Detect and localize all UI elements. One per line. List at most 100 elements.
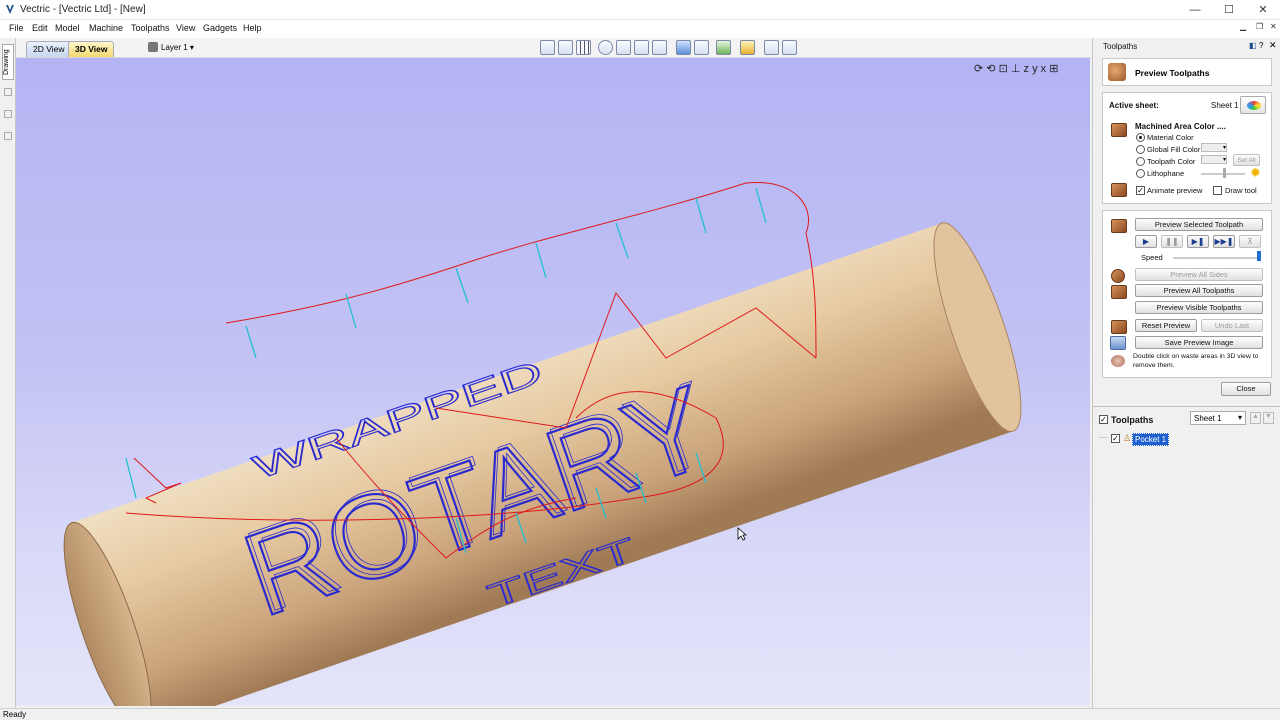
menu-model[interactable]: Model [55,23,80,33]
status-bar: Ready [0,708,1280,720]
pocket-tool-icon: ♙ [1123,433,1132,443]
drawing-tab[interactable]: Drawing [2,44,14,80]
active-sheet-value: Sheet 1 [1211,101,1239,110]
3d-viewport[interactable]: ⟳ ⟲ ⊡ ⊥ z y x ⊞ ROTARY ROTARY WRAPPED TE… [16,58,1090,706]
tab-3d-view[interactable]: 3D View [68,41,115,57]
layer-icon [148,42,158,52]
zoom-extents-icon[interactable] [558,40,573,55]
global-fill-color-radio[interactable] [1136,145,1145,154]
chevron-down-icon: ▾ [1237,413,1242,422]
menu-view[interactable]: View [176,23,195,33]
maximize-button[interactable]: ☐ [1212,0,1246,20]
preview-visible-toolpaths-button[interactable]: Preview Visible Toolpaths [1135,301,1263,314]
undo-last-button[interactable]: Undo Last [1201,319,1263,332]
stop-button[interactable]: ⊼ [1239,235,1261,248]
panel-title: Preview Toolpaths [1135,68,1210,78]
pocket-visible-checkbox[interactable]: ✓ [1111,434,1120,443]
material-color-label: Material Color [1147,133,1194,142]
preview-toolpaths-icon [1108,63,1126,81]
toolpath-color-label: Toolpath Color [1147,157,1196,166]
preview-settings-box: Active sheet: Sheet 1 Machined Area Colo… [1102,92,1272,204]
speed-slider[interactable] [1173,257,1259,259]
panel-close-icon[interactable]: ✕ [1269,40,1277,51]
global-fill-color-swatch[interactable]: ▾ [1201,143,1227,152]
move-up-icon[interactable]: ▲ [1250,412,1261,424]
draw-tool-checkbox[interactable] [1213,186,1222,195]
lithophane-slider-thumb[interactable] [1223,168,1226,178]
preview-selected-toolpath-button[interactable]: Preview Selected Toolpath [1135,218,1263,231]
mouse-cursor-icon [737,527,747,541]
preview-all-sides-button[interactable]: Preview All Sides [1135,268,1263,281]
title-bar: Vectric - [Vectric Ltd] - [New] — ☐ ✕ [0,0,1280,20]
strip-pin-icon[interactable] [4,88,12,96]
menu-file[interactable]: File [9,23,24,33]
close-window-button[interactable]: ✕ [1246,0,1280,20]
sheet-palette-icon[interactable] [1240,96,1266,114]
strip-pin-icon[interactable] [4,110,12,118]
play-button[interactable]: ▶ [1135,235,1157,248]
zoom-out-icon[interactable] [634,40,649,55]
minimize-button[interactable]: — [1178,0,1212,20]
mdi-close-icon[interactable]: ✕ [1270,22,1277,31]
material-icon[interactable] [740,40,755,55]
reset-preview-button[interactable]: Reset Preview [1135,319,1197,332]
speed-slider-thumb[interactable] [1257,251,1261,261]
render-icon[interactable] [716,40,731,55]
light-icon[interactable]: ✹ [1250,165,1261,181]
pan-icon[interactable] [598,40,613,55]
split-horizontal-icon[interactable] [764,40,779,55]
move-down-icon[interactable]: ▼ [1263,412,1274,424]
mdi-minimize-icon[interactable]: ▁ [1240,22,1246,31]
menu-gadgets[interactable]: Gadgets [203,23,237,33]
save-image-icon [1110,336,1126,350]
strip-pin-icon[interactable] [4,132,12,140]
sheet-select[interactable]: Sheet 1 ▾ [1190,411,1246,425]
window-title: Vectric - [Vectric Ltd] - [New] [20,4,146,15]
reset-preview-icon [1111,320,1127,334]
menu-help[interactable]: Help [243,23,262,33]
preview-selected-icon [1111,219,1127,233]
layer-label: Layer 1 [161,43,188,52]
help-icon[interactable]: ? [1259,41,1263,50]
panel-pin-icon[interactable]: ◧ [1249,41,1257,50]
toolpath-color-swatch[interactable]: ▾ [1201,155,1227,164]
pause-button[interactable]: ❚❚ [1161,235,1183,248]
machined-area-color-label: Machined Area Color .... [1135,122,1226,131]
speed-label: Speed [1141,253,1163,262]
toolpath-color-radio[interactable] [1136,157,1145,166]
save-preview-image-button[interactable]: Save Preview Image [1135,336,1263,349]
step-button[interactable]: ▶❚ [1187,235,1209,248]
view-toolbar: 2D View 3D View Layer 1 ▾ [0,38,1092,58]
tab-2d-view[interactable]: 2D View [26,41,72,57]
zoom-fit-icon[interactable] [652,40,667,55]
tree-line: ┈┈ [1099,435,1108,442]
material-color-radio[interactable] [1136,133,1145,142]
toolpaths-visible-checkbox[interactable]: ✓ [1099,415,1108,424]
status-text: Ready [3,710,27,719]
grid-icon[interactable] [576,40,591,55]
vectric-logo-icon [6,5,14,14]
machined-area-icon [1111,123,1127,137]
close-button[interactable]: Close [1221,382,1271,396]
rotate-view-icon[interactable] [694,40,709,55]
wood-cylinder: ROTARY ROTARY WRAPPED TEXT [63,222,1022,706]
animate-preview-checkbox[interactable]: ✓ [1136,186,1145,195]
split-vertical-icon[interactable] [782,40,797,55]
lithophane-radio[interactable] [1136,169,1145,178]
preview-all-icon [1111,285,1127,299]
mdi-restore-icon[interactable]: ❐ [1256,22,1263,31]
waste-area-hint: Double click on waste areas in 3D view t… [1133,353,1259,369]
toolpaths-panel: Toolpaths ◧ ? ✕ Preview Toolpaths Active… [1092,38,1280,708]
zoom-box-icon[interactable] [540,40,555,55]
menu-toolpaths[interactable]: Toolpaths [131,23,170,33]
toolpath-item-pocket[interactable]: Pocket 1 [1132,433,1170,446]
layer-dropdown[interactable]: Layer 1 ▾ [161,43,194,52]
menu-edit[interactable]: Edit [32,23,48,33]
menu-machine[interactable]: Machine [89,23,123,33]
skip-to-end-button[interactable]: ▶▶❚ [1213,235,1235,248]
zoom-in-icon[interactable] [616,40,631,55]
left-tab-strip: Drawing [0,38,16,708]
preview-all-toolpaths-button[interactable]: Preview All Toolpaths [1135,284,1263,297]
toolpaths-list-title: Toolpaths [1111,415,1154,425]
snap-icon[interactable] [676,40,691,55]
